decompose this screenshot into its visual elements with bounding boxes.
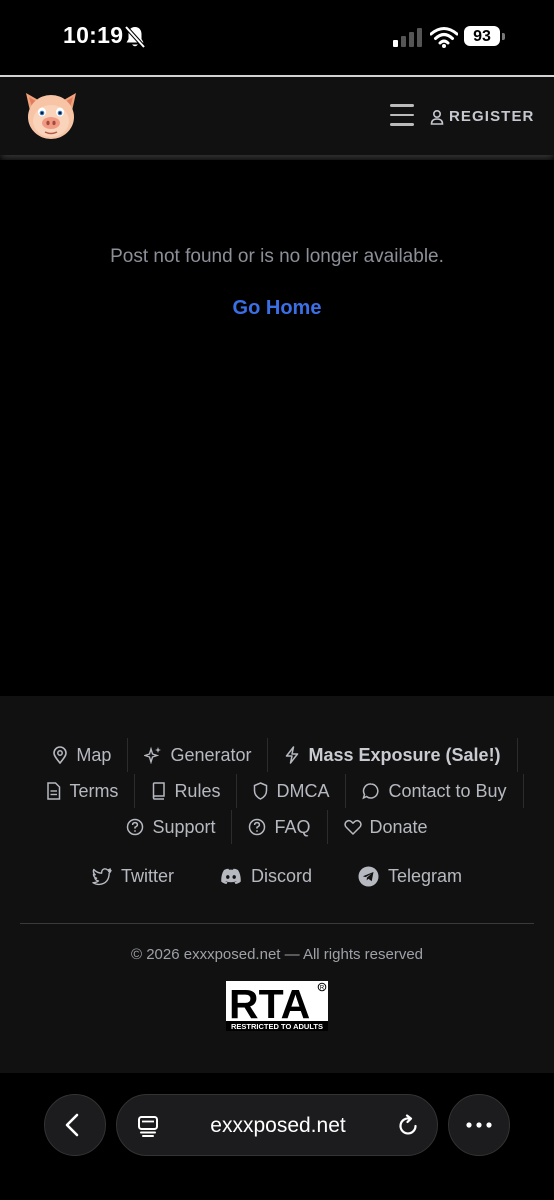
reload-icon[interactable] xyxy=(396,1114,420,1138)
book-icon xyxy=(151,782,166,800)
battery-level: 93 xyxy=(464,26,500,46)
footer-link-label: Generator xyxy=(170,744,252,765)
register-button[interactable]: REGISTER xyxy=(430,108,534,125)
cellular-signal-icon xyxy=(393,27,423,47)
document-icon xyxy=(46,782,61,800)
footer-link-label: FAQ xyxy=(274,816,311,837)
question-circle-icon xyxy=(126,818,144,836)
footer-link-label: Map xyxy=(76,744,112,765)
map-pin-icon xyxy=(52,746,68,764)
twitter-link[interactable]: Twitter xyxy=(92,866,174,887)
footer-link-rules[interactable]: Rules xyxy=(135,774,238,808)
chevron-left-icon xyxy=(65,1113,79,1137)
ellipsis-icon xyxy=(466,1122,492,1128)
battery-indicator: 93 xyxy=(464,26,506,48)
main-content: Post not found or is no longer available… xyxy=(0,160,554,696)
rta-logo: RTA RESTRICTED TO ADULTS R xyxy=(226,981,328,1031)
more-options-button[interactable] xyxy=(448,1094,510,1156)
heart-icon xyxy=(343,819,362,835)
footer-link-dmca[interactable]: DMCA xyxy=(237,774,347,808)
url-text: exxxposed.net xyxy=(210,1114,346,1137)
status-bar: 10:19 93 xyxy=(0,0,554,76)
lightning-icon xyxy=(284,746,300,764)
footer-link-generator[interactable]: Generator xyxy=(128,738,269,772)
social-links: Twitter Discord Telegram xyxy=(0,866,554,887)
site-footer: Map Generator Mass Exposure (Sale!) Term… xyxy=(0,696,554,1073)
sparkles-icon xyxy=(144,746,162,764)
discord-link[interactable]: Discord xyxy=(220,866,312,887)
footer-link-terms[interactable]: Terms xyxy=(30,774,136,808)
footer-link-contact-to-buy[interactable]: Contact to Buy xyxy=(346,774,524,808)
copyright-text: © 2026 exxxposed.net — All rights reserv… xyxy=(130,946,424,963)
shield-icon xyxy=(253,782,268,800)
telegram-icon xyxy=(358,866,379,887)
question-circle-icon xyxy=(248,818,266,836)
svg-text:R: R xyxy=(320,986,325,992)
pig-face-icon[interactable] xyxy=(20,87,82,143)
telegram-link[interactable]: Telegram xyxy=(358,866,462,887)
footer-divider xyxy=(20,923,534,924)
footer-link-label: Terms xyxy=(69,780,119,801)
battery-nub xyxy=(502,33,505,40)
footer-link-faq[interactable]: FAQ xyxy=(232,810,328,844)
go-home-wrapper: Go Home xyxy=(0,297,554,320)
status-time: 10:19 xyxy=(63,22,124,48)
footer-link-label: Donate xyxy=(369,816,428,837)
footer-link-label: Rules xyxy=(174,780,221,801)
footer-link-label: DMCA xyxy=(276,780,330,801)
footer-link-label: Support xyxy=(152,816,216,837)
footer-link-mass-exposure[interactable]: Mass Exposure (Sale!) xyxy=(268,738,518,772)
rta-logo-subtext: RESTRICTED TO ADULTS xyxy=(231,1022,323,1031)
hamburger-icon[interactable] xyxy=(389,104,417,130)
wifi-icon xyxy=(430,26,458,48)
footer-link-label: Contact to Buy xyxy=(388,780,507,801)
bell-muted-icon xyxy=(124,25,146,49)
back-button[interactable] xyxy=(44,1094,106,1156)
footer-row-3: Support FAQ Donate xyxy=(0,810,554,844)
register-label: REGISTER xyxy=(449,108,535,125)
social-label: Twitter xyxy=(120,866,174,886)
social-label: Discord xyxy=(250,866,312,886)
footer-link-support[interactable]: Support xyxy=(110,810,233,844)
browser-toolbar: exxxposed.net xyxy=(0,1073,554,1200)
twitter-icon xyxy=(92,867,112,886)
footer-link-label: Mass Exposure (Sale!) xyxy=(308,744,501,765)
rta-logo-text: RTA xyxy=(229,981,310,1027)
social-label: Telegram xyxy=(388,866,463,886)
go-home-link[interactable]: Go Home xyxy=(233,297,322,319)
site-header: REGISTER xyxy=(0,77,554,155)
address-bar[interactable]: exxxposed.net xyxy=(116,1094,438,1156)
discord-icon xyxy=(220,868,242,885)
user-icon xyxy=(430,109,444,125)
footer-link-map[interactable]: Map xyxy=(36,738,129,772)
footer-row-2: Terms Rules DMCA Contact to Buy xyxy=(0,774,554,808)
footer-link-donate[interactable]: Donate xyxy=(328,810,444,844)
footer-row-1: Map Generator Mass Exposure (Sale!) xyxy=(0,738,554,772)
chat-bubble-icon xyxy=(362,782,380,800)
not-found-message: Post not found or is no longer available… xyxy=(110,246,444,267)
